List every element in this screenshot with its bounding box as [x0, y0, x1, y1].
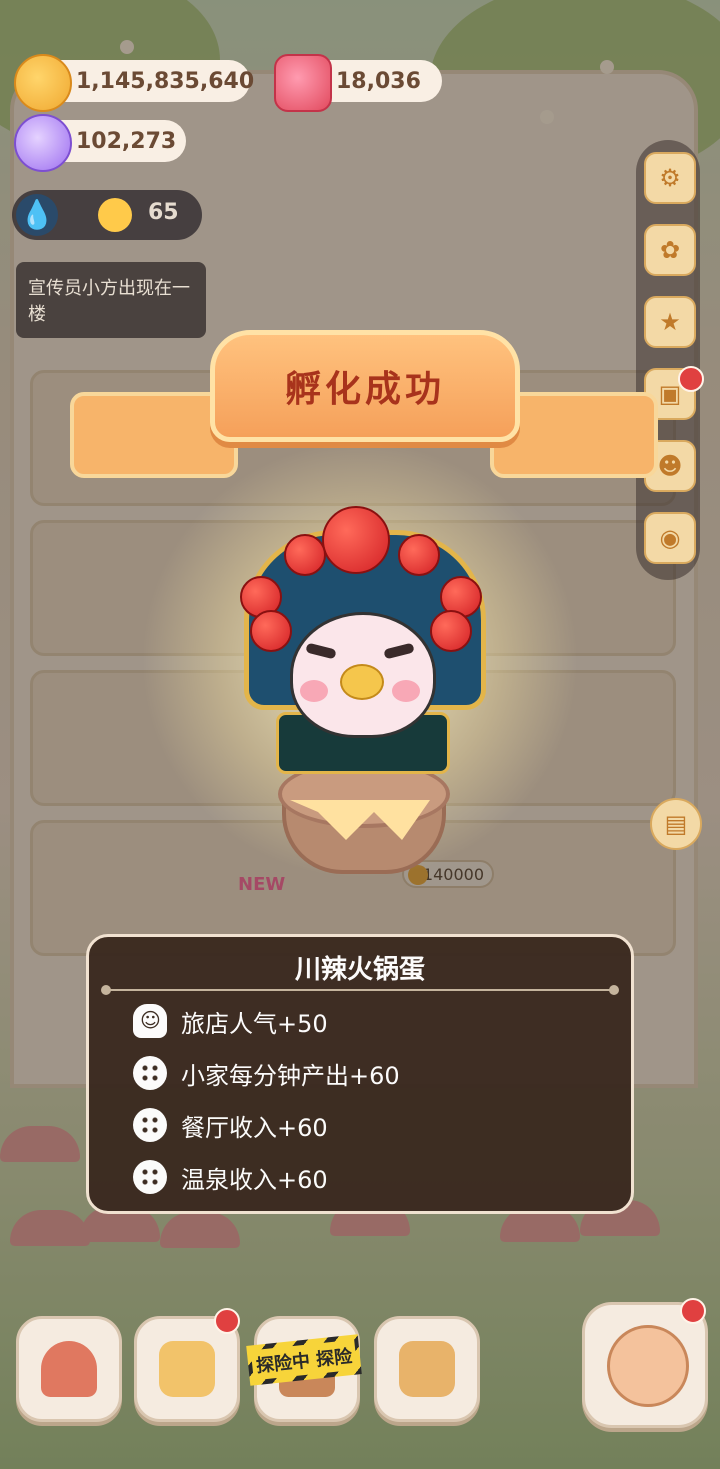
stat-row: 温泉收入+60	[133, 1157, 328, 1197]
settings-gear-icon[interactable]: ⚙	[644, 152, 696, 204]
chef-icon	[133, 1004, 167, 1038]
crystal-counter[interactable]: 102,273	[14, 114, 186, 172]
stamp-icon[interactable]: ✿	[644, 224, 696, 276]
notification-dot	[214, 1308, 240, 1334]
cookie-icon	[133, 1160, 167, 1194]
luggage-icon[interactable]: ▤	[650, 798, 702, 850]
coin-amount: 1,145,835,640	[76, 68, 255, 94]
banner-title: 孵化成功	[284, 369, 445, 410]
headdress-pompom	[284, 534, 326, 576]
stat-row: 餐厅收入+60	[133, 1105, 328, 1145]
shop-stall-icon	[399, 1341, 455, 1397]
stat-text: 温泉收入+60	[181, 1165, 328, 1194]
fishing-cat-icon	[607, 1325, 689, 1407]
panel-divider	[101, 985, 619, 995]
character-beak	[340, 664, 384, 700]
cookie-icon	[133, 1056, 167, 1090]
water-drop-icon: 💧	[16, 194, 58, 236]
gem-icon	[274, 54, 332, 112]
stat-text: 餐厅收入+60	[181, 1113, 328, 1142]
star-badge-icon[interactable]: ★	[644, 296, 696, 348]
mushroom-house-button[interactable]	[16, 1316, 122, 1422]
pet-name: 川辣火锅蛋	[294, 955, 425, 985]
character-cheek	[392, 680, 420, 702]
character-cheek	[300, 680, 328, 702]
water-counter[interactable]: 💧 65	[12, 190, 202, 240]
calendar-heart-icon	[159, 1341, 215, 1397]
headdress-pompom	[250, 610, 292, 652]
headdress-pompom	[322, 506, 390, 574]
chick-icon	[98, 198, 132, 232]
camera-icon[interactable]: ◉	[644, 512, 696, 564]
stat-row: 小家每分钟产出+60	[133, 1053, 400, 1093]
notification-dot	[680, 1298, 706, 1324]
event-notice: 宣传员小方出现在一楼	[16, 262, 206, 338]
mushroom-house-icon	[41, 1341, 97, 1397]
headdress-pompom	[398, 534, 440, 576]
shop-button[interactable]	[374, 1316, 480, 1422]
gem-counter[interactable]: 18,036	[274, 54, 442, 112]
crystal-amount: 102,273	[76, 128, 177, 154]
gem-amount: 18,036	[336, 68, 421, 94]
hatch-success-banner: 孵化成功	[210, 330, 520, 442]
coin-counter[interactable]: 1,145,835,640	[14, 54, 254, 112]
notification-dot	[678, 366, 704, 392]
side-menu: ⚙ ✿ ★ ▣ ☻ ◉	[636, 140, 704, 580]
pet-info-panel: 川辣火锅蛋 旅店人气+50 小家每分钟产出+60 餐厅收入+60 温泉收入+60	[86, 934, 634, 1214]
headdress-pompom	[430, 610, 472, 652]
crystal-icon	[14, 114, 72, 172]
water-amount: 65	[148, 200, 179, 225]
cookie-icon	[133, 1108, 167, 1142]
stat-text: 旅店人气+50	[181, 1009, 328, 1038]
explore-label: 探险中 探险	[250, 1339, 358, 1381]
coin-icon	[14, 54, 72, 112]
stat-row: 旅店人气+50	[133, 1001, 328, 1041]
stat-text: 小家每分钟产出+60	[181, 1061, 400, 1090]
